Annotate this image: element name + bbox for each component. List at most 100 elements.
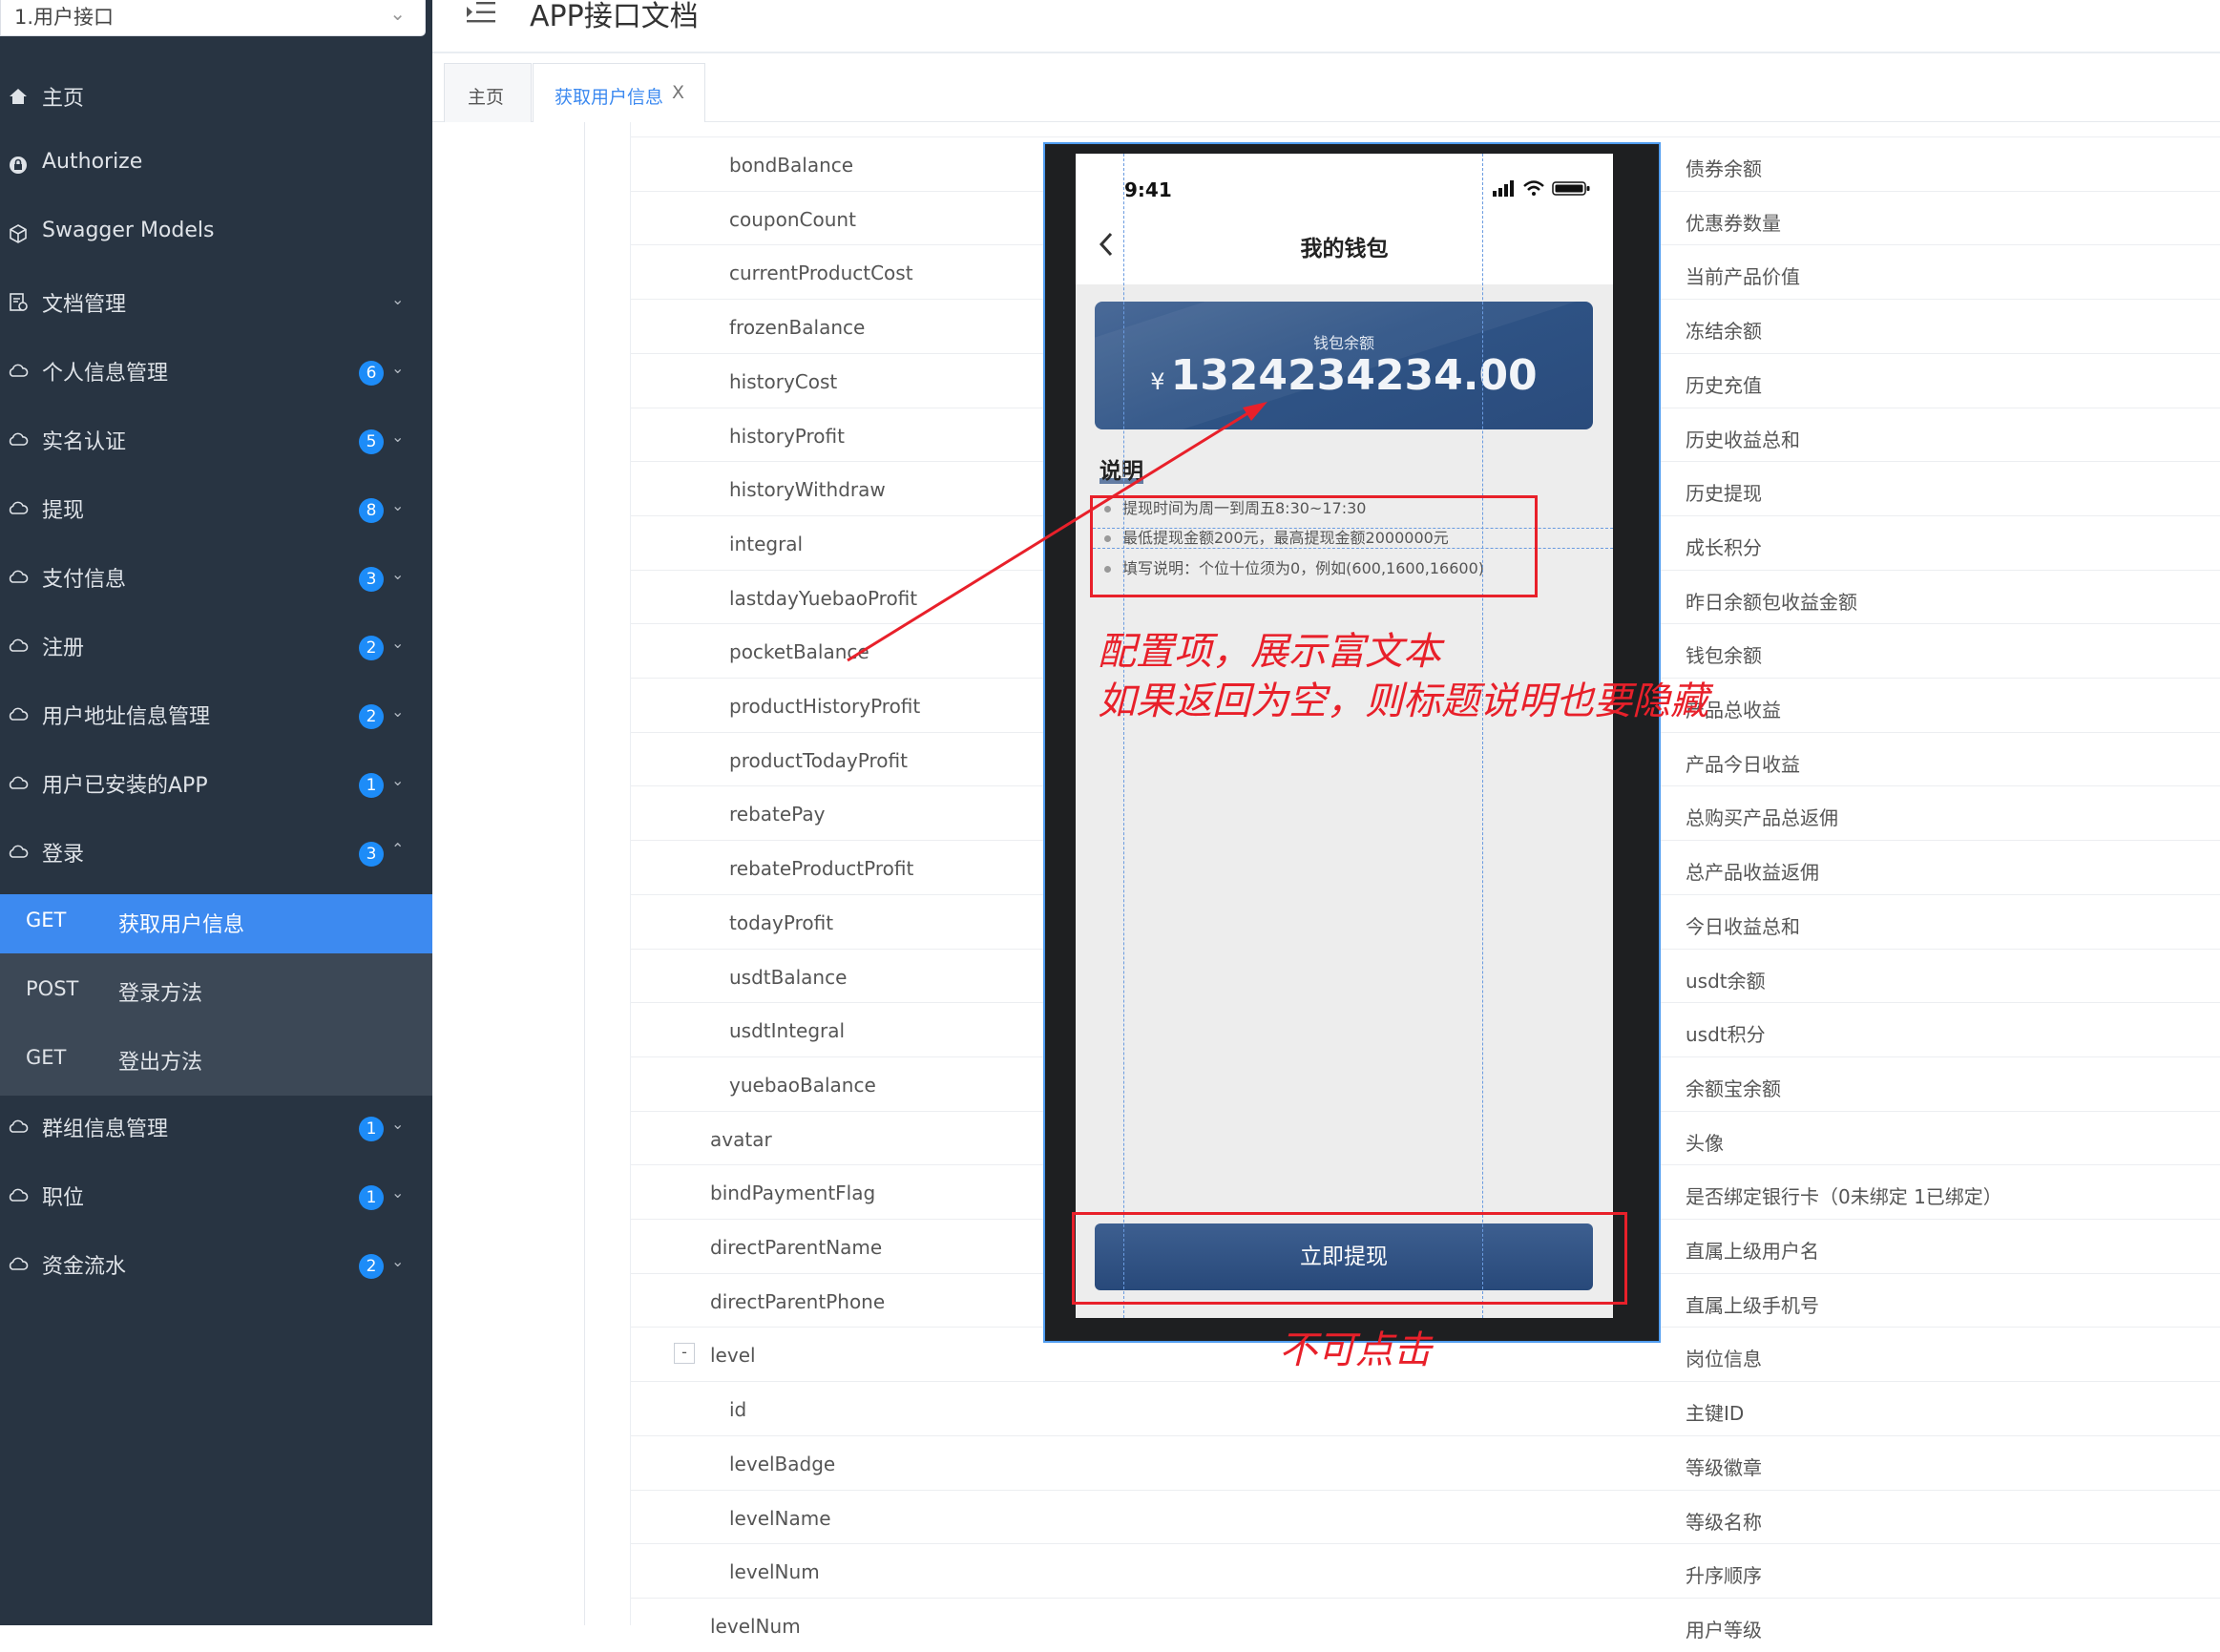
field-description: 钱包余额	[1686, 644, 1762, 668]
sidebar-item-6[interactable]: 提现 8 ⌄	[0, 475, 432, 544]
sidebar-item-3[interactable]: 文档管理 ⌄	[0, 269, 432, 338]
field-description: 等级徽章	[1686, 1455, 1762, 1479]
sidebar-item-label: 职位	[42, 1186, 85, 1210]
guide-line	[1482, 154, 1483, 1318]
sidebar-item-2[interactable]: Swagger Models	[0, 200, 432, 269]
sidebar-item-5[interactable]: 实名认证 5 ⌄	[0, 407, 432, 475]
cloud-icon	[8, 636, 29, 657]
field-name: bondBalance	[729, 154, 854, 177]
field-description: 今日收益总和	[1686, 914, 1800, 938]
menu-toggle-icon[interactable]	[467, 2, 495, 23]
sidebar-item-10[interactable]: 用户已安装的APP 1 ⌄	[0, 750, 432, 819]
cloud-icon	[8, 567, 29, 588]
count-badge: 1	[359, 773, 384, 798]
sidebar-item-label: 资金流水	[42, 1255, 127, 1279]
field-name: bindPaymentFlag	[710, 1181, 876, 1205]
sidebar-item-label: 实名认证	[42, 430, 127, 454]
chevron-down-icon: ⌄	[391, 1252, 405, 1270]
field-name: historyWithdraw	[729, 478, 886, 502]
field-description: 直属上级用户名	[1686, 1240, 1819, 1263]
guide-line	[1123, 154, 1124, 1318]
tab-home[interactable]: 主页	[444, 63, 532, 122]
wallet-balance-amount: ¥1324234234.00	[1095, 351, 1593, 400]
http-method: GET	[26, 909, 67, 931]
field-name: id	[729, 1398, 747, 1422]
table-row: id 主键ID	[631, 1381, 2220, 1435]
field-name: historyCost	[729, 369, 838, 393]
close-icon[interactable]: X	[672, 82, 684, 103]
count-badge: 8	[359, 498, 384, 523]
field-name: productTodayProfit	[729, 748, 908, 772]
count-badge: 2	[359, 704, 384, 729]
header: APP接口文档	[432, 0, 2220, 53]
field-description: 产品今日收益	[1686, 752, 1800, 776]
field-name: usdtBalance	[729, 965, 848, 989]
lock-icon	[8, 155, 29, 176]
field-description: usdt余额	[1686, 969, 1766, 993]
chevron-down-icon: ⌄	[389, 2, 406, 25]
field-description: 历史收益总和	[1686, 428, 1800, 451]
battery-icon	[1552, 181, 1590, 196]
chevron-down-icon: ⌄	[391, 359, 405, 377]
sidebar-item-14[interactable]: 资金流水 2 ⌄	[0, 1231, 432, 1300]
chevron-down-icon: ⌄	[391, 702, 405, 721]
wifi-icon	[1523, 180, 1544, 196]
document-icon	[8, 292, 29, 313]
api-endpoint-label: 登出方法	[118, 1051, 203, 1075]
tab-bar: 主页 获取用户信息 X	[432, 55, 2220, 122]
field-description: 总产品收益返佣	[1686, 861, 1819, 885]
sidebar-item-1[interactable]: Authorize	[0, 132, 432, 200]
sidebar-item-8[interactable]: 注册 2 ⌄	[0, 613, 432, 681]
api-endpoint-item[interactable]: GET 登出方法	[0, 1032, 432, 1089]
doc-select[interactable]: 1.用户接口 ⌄	[0, 0, 426, 36]
field-description: 余额宝余额	[1686, 1077, 1781, 1100]
tab-label: 获取用户信息	[555, 87, 664, 108]
field-description: 岗位信息	[1686, 1348, 1762, 1371]
field-name: todayProfit	[729, 910, 834, 934]
field-description: 是否绑定银行卡（0未绑定 1已绑定）	[1686, 1185, 2002, 1209]
field-description: 成长积分	[1686, 535, 1762, 559]
sidebar-item-12[interactable]: 群组信息管理 1 ⌄	[0, 1094, 432, 1162]
table-row: levelBadge 等级徽章	[631, 1434, 2220, 1490]
annotation-note-hide-title: 如果返回为空，则标题说明也要隐藏	[1098, 680, 1708, 723]
sidebar-item-11[interactable]: 登录 3 ⌃	[0, 819, 432, 888]
phone-screen: 9:41 我的钱包 钱包余额 ¥1324234234.00 说明 提现时间为周一…	[1076, 154, 1613, 1318]
count-badge: 2	[359, 1254, 384, 1279]
sidebar-item-4[interactable]: 个人信息管理 6 ⌄	[0, 338, 432, 407]
sidebar-item-0[interactable]: 主页	[0, 63, 432, 132]
api-endpoint-item[interactable]: POST 登录方法	[0, 963, 432, 1020]
api-endpoint-item[interactable]: GET 获取用户信息	[0, 894, 432, 953]
sidebar-item-7[interactable]: 支付信息 3 ⌄	[0, 544, 432, 613]
cloud-icon	[8, 498, 29, 519]
signal-icon	[1493, 180, 1514, 197]
field-name: directParentPhone	[710, 1289, 886, 1313]
field-name: currentProductCost	[729, 261, 913, 285]
field-description: 优惠券数量	[1686, 211, 1781, 235]
count-badge: 1	[359, 1117, 384, 1141]
annotation-note-not-clickable: 不可点击	[1279, 1328, 1432, 1372]
sidebar-item-9[interactable]: 用户地址信息管理 2 ⌄	[0, 681, 432, 750]
sidebar-item-13[interactable]: 职位 1 ⌄	[0, 1162, 432, 1231]
chevron-down-icon: ⌄	[391, 771, 405, 789]
sidebar: 1.用户接口 ⌄ 主页 Authorize Swagger Models 文档管理 ⌄ 个…	[0, 0, 432, 1625]
sidebar-item-label: 个人信息管理	[42, 362, 169, 386]
api-endpoint-label: 登录方法	[118, 982, 203, 1006]
cloud-icon	[8, 704, 29, 725]
table-row: levelName 等级名称	[631, 1489, 2220, 1544]
field-name: levelNum	[729, 1560, 820, 1584]
sidebar-item-label: 用户地址信息管理	[42, 705, 211, 729]
tab-get-user-info[interactable]: 获取用户信息 X	[533, 63, 705, 122]
field-description: 头像	[1686, 1131, 1724, 1155]
field-description: 当前产品价值	[1686, 265, 1800, 289]
field-description: 用户等级	[1686, 1618, 1762, 1642]
count-badge: 1	[359, 1185, 384, 1210]
wallet-balance-label: 钱包余额	[1312, 334, 1374, 352]
sidebar-item-label: Authorize	[42, 150, 143, 174]
chevron-down-icon: ⌄	[391, 1183, 405, 1202]
collapse-toggle[interactable]: -	[674, 1343, 695, 1365]
chevron-down-icon: ⌄	[391, 290, 405, 308]
count-badge: 3	[359, 842, 384, 867]
chevron-up-icon: ⌃	[391, 840, 405, 858]
field-name: frozenBalance	[729, 316, 866, 340]
tab-label: 主页	[468, 87, 505, 108]
